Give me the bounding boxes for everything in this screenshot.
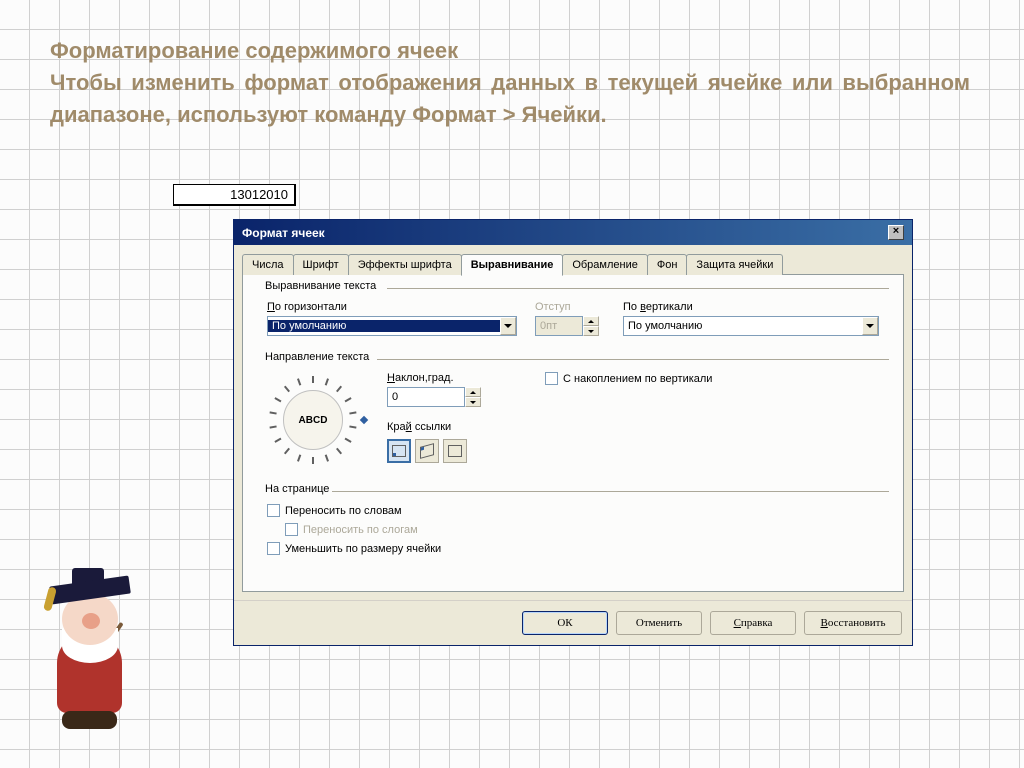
reset-button[interactable]: Восстановить — [804, 611, 902, 635]
tab-numbers[interactable]: Числа — [242, 254, 294, 275]
dialog-title: Формат ячеек — [242, 226, 325, 240]
tabs: Числа Шрифт Эффекты шрифта Выравнивание … — [242, 253, 904, 274]
direction-legend: Направление текста — [261, 351, 373, 363]
spinner-up-icon — [583, 316, 599, 326]
checkbox-icon — [267, 542, 280, 555]
tab-alignment[interactable]: Выравнивание — [461, 254, 564, 276]
ok-button[interactable]: ОК — [522, 611, 608, 635]
chevron-down-icon[interactable] — [862, 317, 878, 335]
page-group: На странице Переносить по словам Перенос… — [257, 490, 889, 571]
wrap-words-checkbox[interactable]: Переносить по словам — [267, 504, 879, 517]
dial-text: ABCD — [283, 390, 343, 450]
edge-ref-bottom-left[interactable] — [387, 439, 411, 463]
tab-font-effects[interactable]: Эффекты шрифта — [348, 254, 462, 275]
indent-spinner: 0пт — [535, 316, 583, 336]
vertical-stacking-checkbox[interactable]: С накоплением по вертикали — [545, 372, 712, 385]
tab-protection[interactable]: Защита ячейки — [686, 254, 783, 275]
edge-ref-inside[interactable] — [443, 439, 467, 463]
chevron-down-icon[interactable] — [500, 317, 516, 335]
checkbox-icon — [545, 372, 558, 385]
text-direction-group: Направление текста — [257, 358, 889, 478]
vertical-select[interactable]: По умолчанию — [623, 316, 879, 336]
spreadsheet-cell: 13012010 — [173, 184, 296, 206]
slide-text: Форматирование содержимого ячеек Чтобы и… — [50, 35, 970, 131]
page-legend: На странице — [261, 483, 333, 495]
slide-title: Форматирование содержимого ячеек — [50, 35, 970, 67]
horizontal-label: По горизонтали — [267, 301, 517, 313]
vertical-label: По вертикали — [623, 301, 879, 313]
shrink-to-fit-checkbox[interactable]: Уменьшить по размеру ячейки — [267, 542, 879, 555]
professor-illustration — [22, 563, 172, 738]
spinner-down-icon — [583, 326, 599, 336]
close-icon[interactable]: × — [888, 225, 904, 240]
indent-label: Отступ — [535, 301, 605, 313]
tab-panel-alignment: Выравнивание текста По горизонтали По ум… — [242, 274, 904, 592]
hyphenate-checkbox: Переносить по слогам — [285, 523, 879, 536]
tab-background[interactable]: Фон — [647, 254, 688, 275]
horizontal-select[interactable]: По умолчанию — [267, 316, 517, 336]
format-cells-dialog: Формат ячеек × Числа Шрифт Эффекты шрифт… — [233, 219, 913, 646]
button-bar: ОК Отменить Справка Восстановить — [234, 600, 912, 645]
spinner-down-icon[interactable] — [465, 397, 481, 407]
help-button[interactable]: Справка — [710, 611, 796, 635]
alignment-legend: Выравнивание текста — [261, 280, 380, 292]
slide-body: Чтобы изменить формат отображения данных… — [50, 67, 970, 131]
dial-indicator-icon — [360, 416, 368, 424]
cancel-button[interactable]: Отменить — [616, 611, 702, 635]
checkbox-icon — [285, 523, 298, 536]
spinner-up-icon[interactable] — [465, 387, 481, 397]
edge-label: Край ссылки — [387, 421, 497, 433]
text-alignment-group: Выравнивание текста По горизонтали По ум… — [257, 287, 889, 346]
edge-ref-top-left[interactable] — [415, 439, 439, 463]
angle-spinner[interactable]: 0 — [387, 387, 465, 407]
angle-label: Наклон,град. — [387, 372, 497, 384]
rotation-dial[interactable]: ABCD — [269, 376, 357, 464]
titlebar[interactable]: Формат ячеек × — [234, 220, 912, 245]
tab-borders[interactable]: Обрамление — [562, 254, 648, 275]
checkbox-icon — [267, 504, 280, 517]
tab-font[interactable]: Шрифт — [293, 254, 349, 275]
